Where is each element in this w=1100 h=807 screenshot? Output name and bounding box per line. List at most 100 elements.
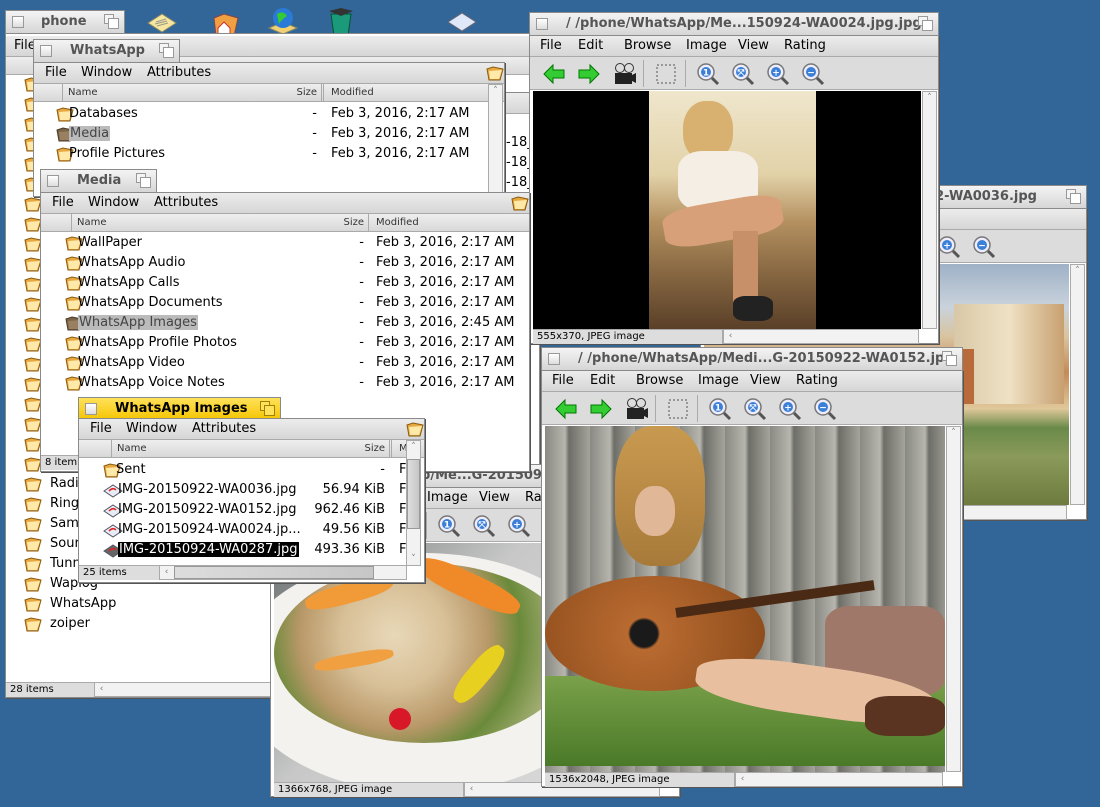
slideshow-projector-icon[interactable] <box>612 62 636 86</box>
select-all-icon[interactable] <box>666 397 690 421</box>
list-item[interactable]: Databases - Feb 3, 2016, 2:17 AM <box>34 104 504 124</box>
slideshow-projector-icon[interactable] <box>624 397 648 421</box>
viewer-v152-zoom-button[interactable] <box>942 351 957 366</box>
media-column-modified[interactable]: Modified <box>376 217 419 228</box>
images-scroll-thumb[interactable] <box>407 459 420 529</box>
list-item[interactable]: Profile Pictures - Feb 3, 2016, 2:17 AM <box>34 144 504 164</box>
list-item[interactable]: Media - Feb 3, 2016, 2:17 AM <box>34 124 504 144</box>
back-arrow-icon[interactable] <box>542 62 566 86</box>
viewer-v152-menu-edit[interactable]: Edit <box>590 373 615 388</box>
list-item[interactable]: IMG-20150924-WA0287.jpg 493.36 KiB F <box>79 540 424 560</box>
images-close-button[interactable] <box>85 403 97 415</box>
whatsapp-column-name[interactable]: Name <box>68 87 98 98</box>
list-item[interactable]: WhatsApp Voice Notes - Feb 3, 2016, 2:17 A… <box>41 373 529 393</box>
list-item[interactable]: WallPaper - Feb 3, 2016, 2:17 AM <box>41 233 529 253</box>
viewer-v24-image[interactable] <box>533 91 921 329</box>
images-hscroll-thumb[interactable] <box>174 566 374 579</box>
viewer-v24-tab[interactable]: / /phone/WhatsApp/Me...150924-WA0024.jpg… <box>529 12 939 35</box>
viewer-v24-horizontal-scrollbar[interactable]: ‹ <box>723 329 919 344</box>
zoom-in-icon[interactable]: + <box>778 397 802 421</box>
whatsapp-menu-attributes[interactable]: Attributes <box>147 65 211 80</box>
original-size-icon[interactable]: 1 <box>696 62 720 86</box>
phone-close-button[interactable] <box>12 16 24 28</box>
forward-arrow-icon[interactable] <box>577 62 601 86</box>
zoom-to-fit-icon[interactable]: ⤧ <box>743 397 767 421</box>
viewer-v24-menu-view[interactable]: View <box>738 38 769 53</box>
whatsapp-column-modified[interactable]: Modified <box>331 87 374 98</box>
list-item[interactable]: WhatsApp Profile Photos - Feb 3, 2016, 2:1… <box>41 333 529 353</box>
whatsapp-tab[interactable]: WhatsApp <box>33 39 180 62</box>
whatsapp-zoom-button[interactable] <box>159 43 174 58</box>
images-tab[interactable]: WhatsApp Images <box>78 397 281 420</box>
images-menu-window[interactable]: Window <box>126 421 177 436</box>
viewer-v152-menu-view[interactable]: View <box>750 373 781 388</box>
whatsapp-menu-file[interactable]: File <box>45 65 67 80</box>
viewer-v36-scroll-up-arrow[interactable]: ˄ <box>1071 266 1084 276</box>
zoom-to-fit-icon[interactable]: ⤧ <box>731 62 755 86</box>
viewer-v152-menu-browse[interactable]: Browse <box>636 373 683 388</box>
media-menu-file[interactable]: File <box>52 195 74 210</box>
viewer-v24-zoom-button[interactable] <box>918 16 933 31</box>
back-arrow-icon[interactable] <box>554 397 578 421</box>
scroll-left-arrow[interactable]: ‹ <box>724 331 737 341</box>
whatsapp-close-button[interactable] <box>40 45 52 57</box>
list-item[interactable]: IMG-20150922-WA0036.jpg 56.94 KiB F <box>79 480 424 500</box>
viewer-v152-horizontal-scrollbar[interactable]: ‹ <box>735 772 943 787</box>
viewer-v36-zoom-button[interactable] <box>1066 189 1081 204</box>
viewer-v24-menu-rating[interactable]: Rating <box>784 38 826 53</box>
original-size-icon[interactable]: 1 <box>708 397 732 421</box>
viewer-v152-scroll-up-arrow[interactable]: ˄ <box>947 428 960 438</box>
images-column-size[interactable]: Size <box>349 443 385 454</box>
scroll-left-arrow[interactable]: ‹ <box>736 774 749 784</box>
select-all-icon[interactable] <box>654 62 678 86</box>
images-menu-attributes[interactable]: Attributes <box>192 421 256 436</box>
viewer-v152-menu-image[interactable]: Image <box>698 373 739 388</box>
viewer-v152-image[interactable] <box>545 426 945 772</box>
viewer-v24-vertical-scrollbar[interactable]: ˄ <box>922 91 937 329</box>
list-item[interactable]: WhatsApp Documents - Feb 3, 2016, 2:17 AM <box>41 293 529 313</box>
viewer-v24-close-button[interactable] <box>536 18 548 30</box>
viewer-v36-vertical-scrollbar[interactable]: ˄ <box>1070 264 1085 505</box>
list-item[interactable]: WhatsApp Video - Feb 3, 2016, 2:17 AM <box>41 353 529 373</box>
whatsapp-menu-window[interactable]: Window <box>81 65 132 80</box>
images-vertical-scrollbar[interactable]: ˄ ˅ <box>406 440 421 566</box>
images-column-name[interactable]: Name <box>117 443 147 454</box>
images-zoom-button[interactable] <box>260 401 275 416</box>
viewer-v152-menu-file[interactable]: File <box>552 373 574 388</box>
tracker-icon[interactable] <box>406 421 424 437</box>
viewer-vfood-menu-view[interactable]: View <box>479 490 510 505</box>
list-item[interactable]: IMG-20150924-WA0024.jp... 49.56 KiB F <box>79 520 424 540</box>
zoom-out-icon[interactable]: − <box>801 62 825 86</box>
whatsapp-vertical-scrollbar[interactable]: ˄ <box>488 84 503 196</box>
zoom-in-icon[interactable]: + <box>766 62 790 86</box>
forward-arrow-icon[interactable] <box>589 397 613 421</box>
scroll-left-arrow[interactable]: ‹ <box>160 567 173 577</box>
phone-tab[interactable]: phone <box>5 10 125 33</box>
scroll-left-arrow[interactable]: ‹ <box>95 684 108 694</box>
list-item[interactable]: Sent - F <box>79 460 424 480</box>
tracker-icon[interactable] <box>486 65 504 81</box>
images-scroll-up-arrow[interactable]: ˄ <box>407 442 420 452</box>
viewer-vfood-menu-image[interactable]: Image <box>427 490 468 505</box>
whatsapp-column-size[interactable]: Size <box>281 87 317 98</box>
viewer-v24-menu-browse[interactable]: Browse <box>624 38 671 53</box>
original-size-icon[interactable]: 1 <box>437 514 461 538</box>
viewer-v152-tab[interactable]: / /phone/WhatsApp/Medi...G-20150922-WA01… <box>541 347 963 370</box>
images-menu-file[interactable]: File <box>90 421 112 436</box>
media-column-size[interactable]: Size <box>328 217 364 228</box>
phone-zoom-button[interactable] <box>104 14 119 29</box>
viewer-v24-scroll-up-arrow[interactable]: ˄ <box>923 93 936 103</box>
scroll-down-arrow[interactable]: ˅ <box>407 554 420 564</box>
viewer-v152-close-button[interactable] <box>548 353 560 365</box>
viewer-v152-menu-rating[interactable]: Rating <box>796 373 838 388</box>
media-tab[interactable]: Media <box>40 169 157 192</box>
media-column-name[interactable]: Name <box>77 217 107 228</box>
media-menu-attributes[interactable]: Attributes <box>154 195 218 210</box>
viewer-v24-menu-image[interactable]: Image <box>686 38 727 53</box>
media-close-button[interactable] <box>47 175 59 187</box>
whatsapp-scroll-up-arrow[interactable]: ˄ <box>489 86 502 96</box>
zoom-out-icon[interactable]: − <box>813 397 837 421</box>
viewer-v24-menu-edit[interactable]: Edit <box>578 38 603 53</box>
zoom-out-icon[interactable]: − <box>972 235 996 259</box>
viewer-v152-vertical-scrollbar[interactable]: ˄ <box>946 426 961 772</box>
